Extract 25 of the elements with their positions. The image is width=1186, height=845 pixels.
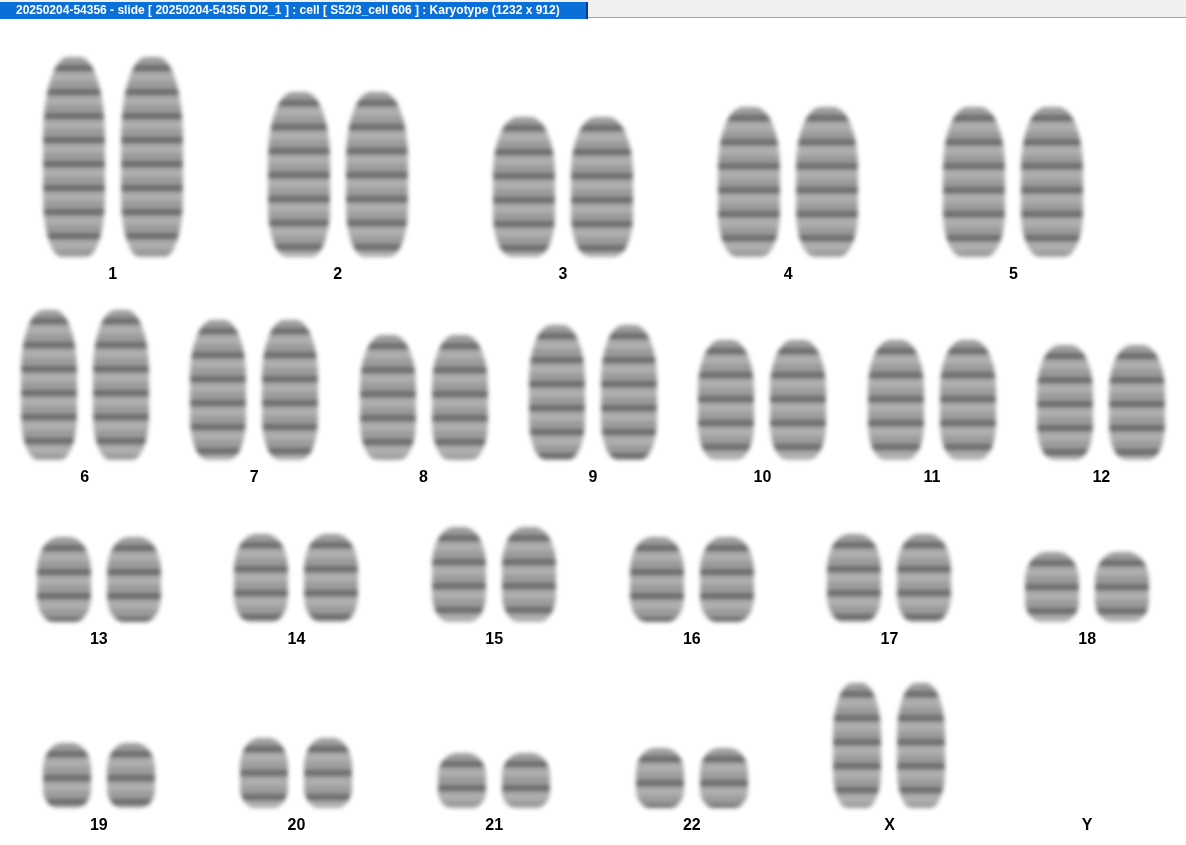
chromosome-label: 13 <box>89 630 108 648</box>
chromosome-label: 9 <box>588 468 598 486</box>
chromosome-label: 12 <box>1092 468 1111 486</box>
chromosome-label: 20 <box>287 816 306 834</box>
chromosome-label: 3 <box>558 265 568 283</box>
chromosome-label: 10 <box>753 468 772 486</box>
chromosome-label: X <box>884 816 895 834</box>
chromosome-label: 15 <box>485 630 504 648</box>
chromosome-label: 1 <box>108 265 118 283</box>
chromosome-label: 2 <box>333 265 343 283</box>
chromosome-label: 6 <box>80 468 90 486</box>
chromosome-label: 19 <box>89 816 108 834</box>
chromosome-label: 22 <box>682 816 701 834</box>
window-title: 20250204-54356 - slide [ 20250204-54356 DI2_1 ] : cell [ S52/3_cell 606 ] : Karyotype (1232 x 912) <box>0 2 588 19</box>
chromosome-label: 7 <box>249 468 259 486</box>
chromosome-label: 16 <box>682 630 701 648</box>
chromosome-label: 11 <box>923 468 941 486</box>
chromosome-label: Y <box>1081 816 1093 834</box>
chromosome-label: 8 <box>419 468 428 486</box>
chromosome-label: 17 <box>880 630 899 648</box>
chromosome-label: 14 <box>287 630 306 648</box>
chromosome-label: 5 <box>1008 265 1018 283</box>
chromosome-label: 4 <box>783 265 793 283</box>
chromosome-label: 21 <box>485 816 504 834</box>
chromosome-label: 18 <box>1078 630 1097 648</box>
